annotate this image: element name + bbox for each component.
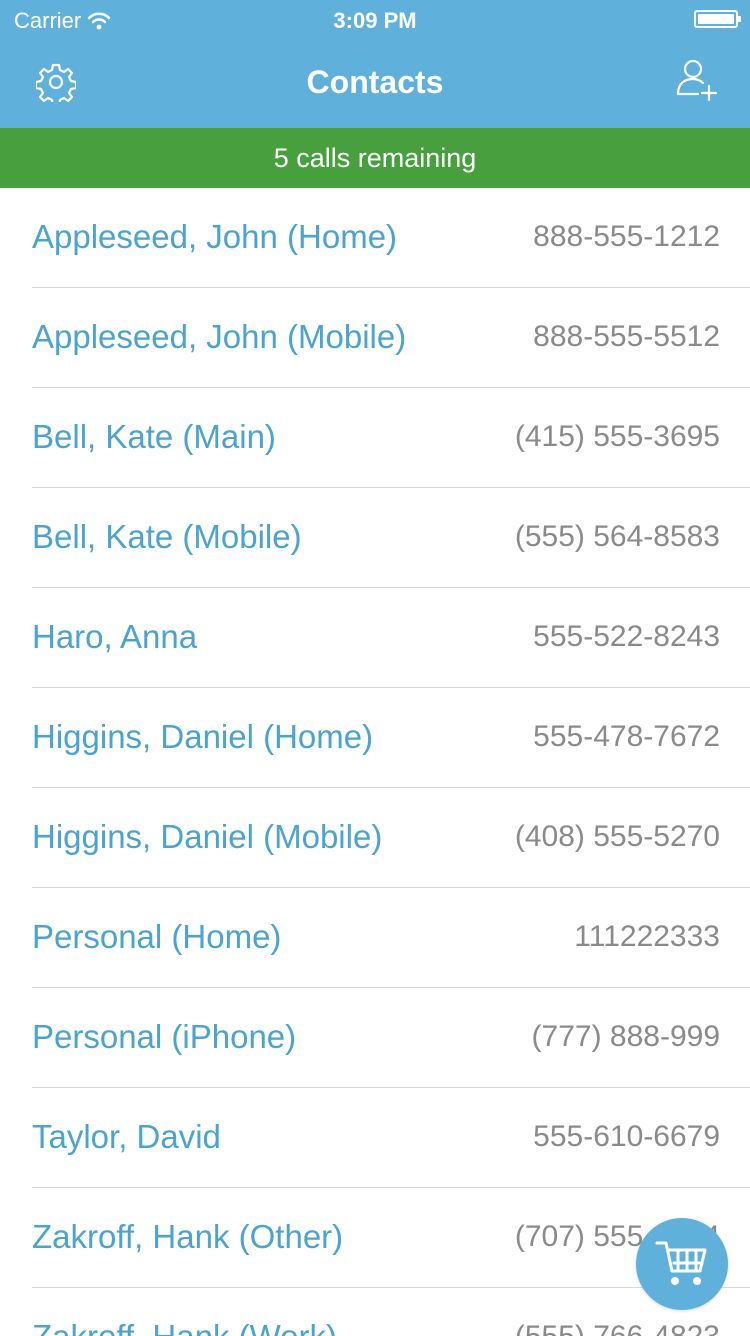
contact-name: Higgins, Daniel (Home) [32,718,374,755]
contact-number: 555-522-8243 [533,620,720,653]
contact-row[interactable]: Higgins, Daniel (Home) 555-478-7672 [32,688,750,788]
contact-row[interactable]: Bell, Kate (Main) (415) 555-3695 [32,388,750,488]
contact-name: Higgins, Daniel (Mobile) [32,818,383,855]
contact-name: Zakroff, Hank (Work) [32,1318,337,1336]
contact-name: Haro, Anna [32,618,198,655]
calls-remaining-banner: 5 calls remaining [0,128,750,188]
contact-row[interactable]: Appleseed, John (Mobile) 888-555-5512 [32,288,750,388]
contact-number: 555-478-7672 [533,720,720,753]
contact-row[interactable]: Personal (Home) 111222333 [32,888,750,988]
status-time: 3:09 PM [333,8,417,33]
contact-number: (415) 555-3695 [514,420,720,453]
contact-number: 111222333 [574,920,720,953]
status-bar: Carrier 3:09 PM [0,0,750,40]
calls-remaining-label: 5 calls remaining [273,142,477,173]
contact-name: Appleseed, John (Home) [32,218,398,255]
contact-number: 888-555-5512 [533,320,720,353]
contact-name: Personal (iPhone) [32,1018,297,1055]
navigation-bar: Contacts [0,40,750,128]
contact-name: Zakroff, Hank (Other) [32,1218,344,1255]
contact-row[interactable]: Haro, Anna 555-522-8243 [32,588,750,688]
contact-row[interactable]: Higgins, Daniel (Mobile) (408) 555-5270 [32,788,750,888]
page-title: Contacts [306,64,444,100]
contact-number: (408) 555-5270 [514,820,720,853]
contact-row[interactable]: Zakroff, Hank (Work) (555) 766-4823 [32,1288,750,1336]
contact-number: 555-610-6679 [533,1120,720,1153]
contact-number: (777) 888-999 [531,1020,720,1053]
battery-level [698,14,734,24]
contact-number: (555) 564-8583 [514,520,720,553]
contact-number: (555) 766-4823 [515,1320,720,1336]
shopping-cart-icon [655,1241,707,1285]
contact-row[interactable]: Appleseed, John (Home) 888-555-1212 [32,188,750,288]
contact-name: Taylor, David [32,1118,221,1155]
contact-name: Bell, Kate (Main) [32,418,276,455]
cart-button[interactable] [636,1218,728,1310]
contact-name: Personal (Home) [32,918,282,955]
contact-name: Appleseed, John (Mobile) [32,318,407,355]
contact-row[interactable]: Bell, Kate (Mobile) (555) 564-8583 [32,488,750,588]
contact-row[interactable]: Taylor, David 555-610-6679 [32,1088,750,1188]
contacts-list: Appleseed, John (Home) 888-555-1212 Appl… [0,188,750,1336]
contact-number: 888-555-1212 [533,220,720,253]
add-contact-icon [676,59,718,102]
add-contact-button[interactable] [676,58,720,102]
battery-icon [694,10,741,28]
header: Carrier 3:09 PM Contacts [0,0,750,128]
contact-name: Bell, Kate (Mobile) [32,518,302,555]
contact-row[interactable]: Personal (iPhone) (777) 888-999 [32,988,750,1088]
